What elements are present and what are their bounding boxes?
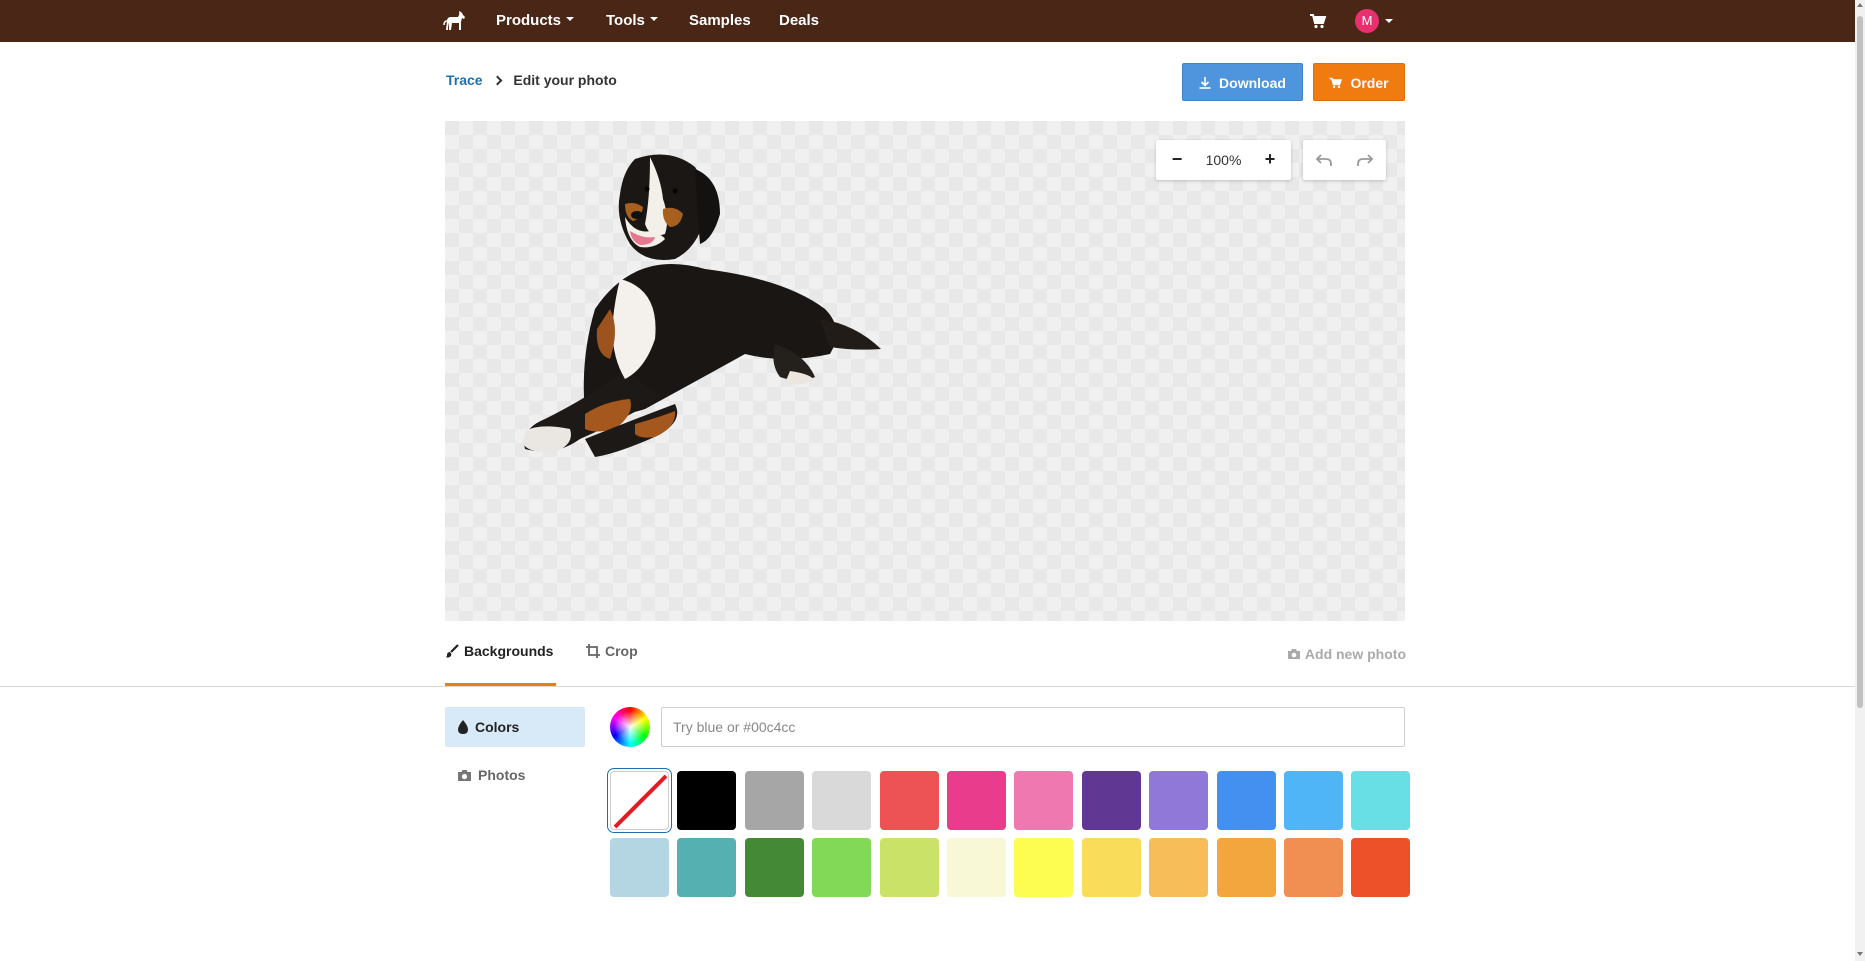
color-swatch[interactable] bbox=[879, 838, 939, 897]
zoom-level: 100% bbox=[1205, 152, 1242, 168]
cart-icon[interactable] bbox=[1309, 12, 1327, 30]
color-swatch[interactable] bbox=[1149, 771, 1209, 830]
color-swatch[interactable] bbox=[744, 838, 804, 897]
color-swatch[interactable] bbox=[1014, 838, 1074, 897]
nav-deals[interactable]: Deals bbox=[779, 0, 819, 42]
chevron-down-icon[interactable] bbox=[1385, 19, 1393, 23]
tab-crop[interactable]: Crop bbox=[586, 636, 638, 686]
add-new-photo-link[interactable]: Add new photo bbox=[1287, 646, 1406, 662]
avatar[interactable]: M bbox=[1355, 9, 1379, 33]
page-title: Edit your photo bbox=[513, 72, 617, 88]
color-swatch[interactable] bbox=[1081, 771, 1141, 830]
nav-products[interactable]: Products bbox=[496, 0, 575, 42]
color-swatch[interactable] bbox=[1014, 771, 1074, 830]
color-swatch[interactable] bbox=[1351, 771, 1411, 830]
cart-icon bbox=[1329, 77, 1343, 89]
color-swatch[interactable] bbox=[610, 838, 669, 897]
zoom-out-button[interactable]: − bbox=[1160, 140, 1194, 180]
color-swatch[interactable] bbox=[1216, 838, 1276, 897]
breadcrumb: Trace Edit your photo bbox=[446, 72, 617, 88]
color-swatch[interactable] bbox=[947, 838, 1006, 897]
download-label: Download bbox=[1219, 75, 1286, 91]
chevron-down-icon bbox=[566, 17, 575, 22]
undo-icon[interactable] bbox=[1314, 150, 1334, 170]
order-label: Order bbox=[1350, 75, 1389, 91]
crop-icon bbox=[586, 644, 600, 659]
history-control bbox=[1303, 140, 1386, 180]
scroll-thumb[interactable] bbox=[1857, 16, 1863, 708]
dog-photo[interactable] bbox=[485, 139, 925, 469]
color-swatch[interactable] bbox=[1149, 838, 1209, 897]
camera-icon bbox=[458, 769, 471, 781]
color-swatch[interactable] bbox=[677, 838, 737, 897]
tab-backgrounds[interactable]: Backgrounds bbox=[445, 636, 556, 686]
nav-products-label: Products bbox=[496, 12, 562, 29]
droplet-icon bbox=[458, 719, 468, 734]
sidebar-item-colors[interactable]: Colors bbox=[445, 707, 585, 747]
color-swatch[interactable] bbox=[1216, 771, 1276, 830]
color-search-input[interactable] bbox=[661, 707, 1405, 747]
scroll-down-arrow[interactable] bbox=[1857, 952, 1863, 956]
nav-tools-label: Tools bbox=[606, 12, 645, 29]
camera-icon bbox=[1287, 649, 1300, 660]
photo-canvas[interactable]: − 100% + bbox=[445, 121, 1405, 621]
color-wheel-icon[interactable] bbox=[610, 707, 650, 747]
add-new-photo-label: Add new photo bbox=[1304, 646, 1406, 662]
tabs-divider bbox=[0, 686, 1855, 687]
download-button[interactable]: Download bbox=[1182, 63, 1303, 101]
download-icon bbox=[1199, 77, 1211, 90]
editor-tabs: Backgrounds Crop Add new photo bbox=[445, 636, 1406, 686]
color-swatch[interactable] bbox=[744, 771, 804, 830]
nav-samples[interactable]: Samples bbox=[689, 0, 751, 42]
no-color-icon bbox=[613, 774, 668, 829]
top-navbar: Products Tools Samples Deals M bbox=[0, 0, 1855, 42]
swatch-transparent[interactable] bbox=[610, 771, 669, 830]
color-swatch[interactable] bbox=[1081, 838, 1141, 897]
tab-backgrounds-label: Backgrounds bbox=[464, 643, 554, 659]
chevron-down-icon bbox=[649, 17, 658, 22]
zoom-in-button[interactable]: + bbox=[1253, 140, 1287, 180]
brush-icon bbox=[445, 644, 459, 658]
color-swatch[interactable] bbox=[1284, 771, 1343, 830]
sidebar-item-photos[interactable]: Photos bbox=[445, 755, 585, 795]
horse-logo-icon[interactable] bbox=[443, 9, 467, 31]
color-swatch[interactable] bbox=[1351, 838, 1411, 897]
order-button[interactable]: Order bbox=[1313, 63, 1405, 101]
breadcrumb-link-trace[interactable]: Trace bbox=[446, 72, 483, 88]
nav-tools[interactable]: Tools bbox=[606, 0, 658, 42]
redo-icon[interactable] bbox=[1355, 150, 1375, 170]
zoom-control: − 100% + bbox=[1156, 140, 1291, 180]
color-swatch[interactable] bbox=[812, 838, 872, 897]
color-swatch[interactable] bbox=[879, 771, 939, 830]
color-swatch[interactable] bbox=[812, 771, 872, 830]
chevron-right-icon bbox=[493, 75, 503, 86]
sidebar-photos-label: Photos bbox=[478, 767, 526, 783]
color-swatch[interactable] bbox=[1284, 838, 1343, 897]
color-swatch[interactable] bbox=[947, 771, 1006, 830]
tab-crop-label: Crop bbox=[605, 643, 638, 659]
scroll-up-arrow[interactable] bbox=[1857, 3, 1863, 7]
sidebar-colors-label: Colors bbox=[475, 719, 520, 735]
color-swatch[interactable] bbox=[677, 771, 737, 830]
scrollbar[interactable] bbox=[1855, 0, 1865, 961]
